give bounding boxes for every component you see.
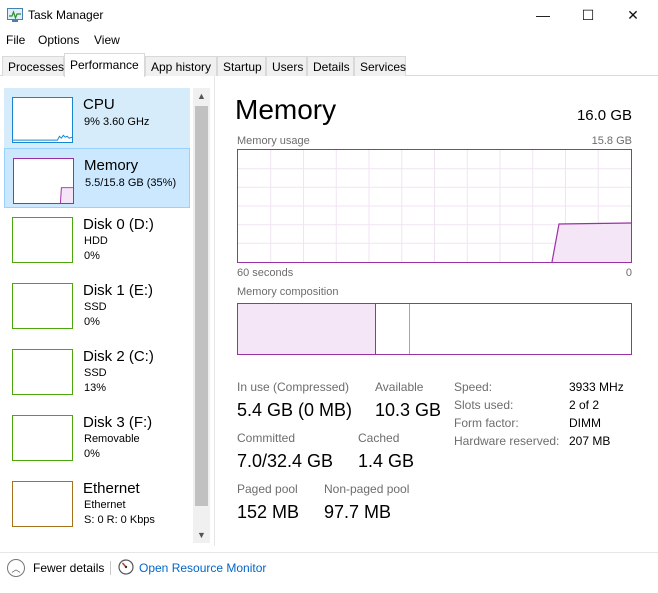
- tab-startup[interactable]: Startup: [217, 56, 266, 76]
- footer-bar: ︿ Fewer details Open Resource Monitor: [0, 552, 658, 592]
- sidebar-item-name: Disk 0 (D:): [83, 216, 154, 233]
- disk-thumbnail-graph: [12, 349, 73, 395]
- cached-value: 1.4 GB: [358, 451, 415, 471]
- tab-app-history[interactable]: App history: [145, 56, 217, 76]
- disk-thumbnail-graph: [12, 283, 73, 329]
- memory-composition-bar: [237, 303, 632, 355]
- ethernet-thumbnail-graph: [12, 481, 73, 527]
- paged-pool-label: Paged pool: [237, 482, 298, 496]
- spec-speed-value: 3933 MHz: [569, 380, 624, 394]
- page-title: Memory: [235, 94, 337, 125]
- sidebar-item-disk-1[interactable]: Disk 1 (E:) SSD 0%: [4, 274, 190, 334]
- spec-speed-label: Speed:: [454, 380, 493, 394]
- disk-thumbnail-graph: [12, 415, 73, 461]
- cached-label: Cached: [358, 431, 400, 445]
- scroll-thumb[interactable]: [195, 106, 208, 506]
- sidebar-item-type: SSD: [84, 367, 107, 379]
- spec-form-factor-value: DIMM: [569, 416, 601, 430]
- available-value: 10.3 GB: [375, 400, 442, 420]
- task-manager-icon: [7, 8, 23, 22]
- maximize-button[interactable]: ☐: [565, 0, 611, 30]
- memory-usage-label: Memory usage: [237, 135, 310, 147]
- sidebar-item-name: Disk 3 (F:): [83, 414, 153, 431]
- scroll-up-icon[interactable]: ▲: [193, 88, 210, 104]
- footer-separator: [110, 561, 111, 575]
- graph-time-right: 0: [625, 267, 632, 279]
- tab-processes[interactable]: Processes: [2, 56, 64, 76]
- sidebar-item-disk-2[interactable]: Disk 2 (C:) SSD 13%: [4, 340, 190, 400]
- non-paged-pool-value: 97.7 MB: [324, 502, 392, 522]
- resource-monitor-icon: [118, 559, 134, 575]
- sidebar-item-detail: 13%: [84, 382, 107, 394]
- sidebar-item-type: Removable: [84, 433, 140, 445]
- open-resource-monitor-link[interactable]: Open Resource Monitor: [139, 561, 266, 575]
- tab-services[interactable]: Services: [354, 56, 406, 76]
- sidebar-item-name: Disk 2 (C:): [83, 348, 154, 365]
- title-bar: Task Manager — ☐ ✕: [0, 0, 658, 30]
- total-memory: 16.0 GB: [576, 107, 632, 124]
- tab-users[interactable]: Users: [266, 56, 307, 76]
- fewer-details-button[interactable]: Fewer details: [33, 561, 104, 575]
- sidebar-item-type: HDD: [84, 235, 108, 247]
- available-label: Available: [375, 380, 424, 394]
- sidebar-item-detail: 9% 3.60 GHz: [84, 116, 150, 128]
- disk-thumbnail-graph: [12, 217, 73, 263]
- sidebar-item-type: SSD: [84, 301, 107, 313]
- close-button[interactable]: ✕: [610, 0, 656, 30]
- graph-time-left: 60 seconds: [237, 267, 294, 279]
- menu-options[interactable]: Options: [38, 33, 79, 47]
- tab-bar: Processes Performance App history Startu…: [0, 53, 658, 77]
- cpu-thumbnail-graph: [12, 97, 73, 143]
- sidebar-item-name: Disk 1 (E:): [83, 282, 154, 299]
- menu-file[interactable]: File: [6, 33, 25, 47]
- memory-thumbnail-graph: [13, 158, 74, 204]
- committed-value: 7.0/32.4 GB: [237, 451, 334, 471]
- sidebar-item-memory[interactable]: Memory 5.5/15.8 GB (35%): [4, 148, 190, 208]
- memory-usage-max: 15.8 GB: [591, 135, 632, 147]
- sidebar-item-name: Ethernet: [83, 480, 140, 497]
- pane-divider: [214, 76, 215, 546]
- spec-slots-label: Slots used:: [454, 398, 514, 412]
- sidebar-item-detail: 0%: [84, 448, 100, 460]
- spec-hardware-reserved-label: Hardware reserved:: [454, 434, 560, 448]
- window-title: Task Manager: [28, 8, 104, 22]
- in-use-value: 5.4 GB (0 MB): [237, 400, 353, 420]
- spec-slots-value: 2 of 2: [569, 398, 600, 412]
- sidebar-item-detail: S: 0 R: 0 Kbps: [84, 514, 155, 526]
- non-paged-pool-label: Non-paged pool: [324, 482, 410, 496]
- committed-label: Committed: [237, 431, 296, 445]
- spec-hardware-reserved-value: 207 MB: [569, 434, 611, 448]
- chevron-up-icon[interactable]: ︿: [7, 559, 25, 577]
- sidebar-item-detail: 0%: [84, 316, 100, 328]
- menu-view[interactable]: View: [94, 33, 120, 47]
- sidebar-item-disk-0[interactable]: Disk 0 (D:) HDD 0%: [4, 208, 190, 268]
- sidebar-item-disk-3[interactable]: Disk 3 (F:) Removable 0%: [4, 406, 190, 466]
- resource-list: CPU 9% 3.60 GHz Memory 5.5/15.8 GB (35%)…: [2, 86, 210, 546]
- in-use-label: In use (Compressed): [237, 380, 350, 394]
- sidebar-item-detail: 5.5/15.8 GB (35%): [85, 177, 177, 189]
- memory-composition-label: Memory composition: [237, 286, 339, 298]
- sidebar-item-name: Memory: [84, 157, 139, 174]
- sidebar-item-ethernet[interactable]: Ethernet Ethernet S: 0 R: 0 Kbps: [4, 472, 190, 532]
- tab-details[interactable]: Details: [307, 56, 354, 76]
- spec-form-factor-label: Form factor:: [454, 416, 519, 430]
- sidebar-item-cpu[interactable]: CPU 9% 3.60 GHz: [4, 88, 190, 148]
- tab-performance[interactable]: Performance: [64, 53, 145, 77]
- sidebar-item-type: Ethernet: [84, 499, 126, 511]
- paged-pool-value: 152 MB: [237, 502, 300, 522]
- menu-bar: File Options View: [0, 31, 658, 51]
- sidebar-item-name: CPU: [83, 96, 115, 113]
- minimize-button[interactable]: —: [520, 0, 566, 30]
- memory-usage-graph: [237, 149, 632, 263]
- sidebar-scrollbar[interactable]: ▲ ▼: [193, 88, 210, 543]
- sidebar-item-detail: 0%: [84, 250, 100, 262]
- scroll-down-icon[interactable]: ▼: [193, 527, 210, 543]
